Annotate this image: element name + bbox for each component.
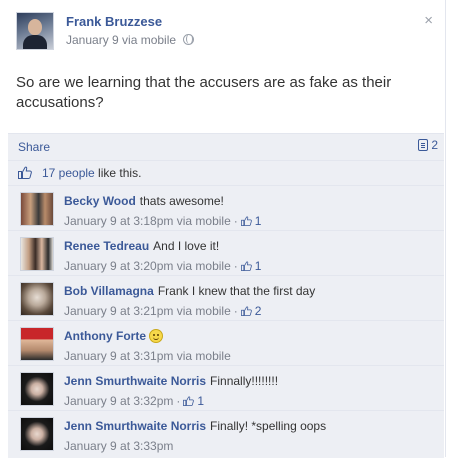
comment-time[interactable]: January 9 at 3:33pm [64,439,173,453]
post-meta: January 9 via mobile [66,33,195,47]
commenter-name[interactable]: Becky Wood [64,194,136,208]
comment-meta: January 9 at 3:20pm via mobile · 1 [64,259,262,273]
comment-item: Jenn Smurthwaite Norris Finnally!!!!!!!! … [8,365,444,410]
shares-count-badge[interactable]: 2 [418,138,438,152]
likes-text: 17 people like this. [42,166,141,180]
comment-like-count[interactable]: 2 [240,304,262,318]
likes-row: 17 people like this. [8,160,444,185]
comment-meta: January 9 at 3:18pm via mobile · 1 [64,214,262,228]
comment-item: Anthony Forte January 9 at 3:31pm via mo… [8,320,444,365]
comment-time[interactable]: January 9 at 3:32pm [64,394,173,408]
post-message: So are we learning that the accusers are… [16,74,392,111]
commenter-avatar[interactable] [20,417,54,451]
post-header: Frank Bruzzese January 9 via mobile [16,12,436,52]
comment-item: Jenn Smurthwaite Norris Finally! *spellin… [8,410,444,458]
like-count-value: 1 [254,259,262,273]
comment-time[interactable]: January 9 at 3:20pm via mobile [64,259,231,273]
commenter-avatar[interactable] [20,192,54,226]
commenter-name[interactable]: Bob Villamagna [64,284,154,298]
thumbs-up-icon [240,306,252,316]
post-card: Frank Bruzzese January 9 via mobile × So… [4,0,446,458]
author-name[interactable]: Frank Bruzzese [66,14,162,29]
document-icon [418,139,429,151]
comment-like-count[interactable]: 1 [183,394,204,408]
comment-time[interactable]: January 9 at 3:18pm via mobile [64,214,231,228]
like-count-value: 1 [197,394,205,408]
comment-text: Finally! *spelling oops [210,419,327,433]
comment-text: Finnally!!!!!!!! [210,374,279,388]
thumbs-up-icon [183,396,195,406]
commenter-name[interactable]: Anthony Forte [64,329,146,343]
comment-text: And I love it! [153,239,220,253]
commenter-avatar[interactable] [20,237,54,271]
post-timestamp[interactable]: January 9 via mobile [66,33,176,47]
comment-meta: January 9 at 3:32pm · 1 [64,394,205,408]
commenter-name[interactable]: Jenn Smurthwaite Norris [64,374,206,388]
comment-item: Renee Tedreau And I love it! January 9 at… [8,230,444,275]
commenter-avatar[interactable] [20,282,54,316]
smiley-emoticon-icon [149,329,163,343]
author-avatar[interactable] [16,12,54,50]
comment-item: Bob Villamagna Frank I knew that the firs… [8,275,444,320]
comment-item: Becky Wood thats awesome! January 9 at 3:… [8,185,444,230]
comment-text: thats awesome! [139,194,224,208]
like-count-value: 1 [254,214,262,228]
likes-people-link[interactable]: 17 people [42,166,95,180]
like-count-value: 2 [254,304,262,318]
thumbs-up-icon [18,166,32,179]
comment-time[interactable]: January 9 at 3:21pm via mobile [64,304,231,318]
globe-icon [183,34,195,45]
shares-count: 2 [431,138,438,152]
comment-time[interactable]: January 9 at 3:31pm via mobile [64,349,231,363]
comment-like-count[interactable]: 1 [240,214,262,228]
commenter-avatar[interactable] [20,372,54,406]
commenter-name[interactable]: Renee Tedreau [64,239,149,253]
comment-meta: January 9 at 3:21pm via mobile · 2 [64,304,262,318]
commenter-avatar[interactable] [20,327,54,361]
commenter-name[interactable]: Jenn Smurthwaite Norris [64,419,206,433]
thumbs-up-icon [240,216,252,226]
close-icon[interactable]: × [424,12,433,29]
thumbs-up-icon [240,261,252,271]
comment-text: Frank I knew that the first day [157,284,316,298]
comment-meta: January 9 at 3:31pm via mobile [64,349,231,363]
share-link[interactable]: Share [18,140,50,154]
comment-like-count[interactable]: 1 [240,259,262,273]
share-bar: Share 2 [8,133,444,160]
likes-suffix: like this. [94,166,142,180]
comment-meta: January 9 at 3:33pm [64,439,173,453]
